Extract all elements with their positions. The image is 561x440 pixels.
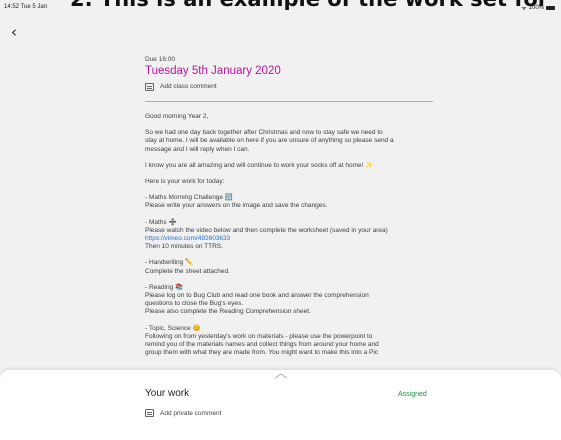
topic-text: remind you of the materials names and co…	[145, 341, 379, 349]
comment-icon	[145, 409, 154, 417]
comment-icon	[145, 83, 154, 92]
morning-challenge-text: Please write your answers on the image a…	[145, 202, 328, 210]
assignment-instructions: Good morning Year 2, So we had one day b…	[145, 113, 437, 365]
reading-text: Please also complete the Reading Compreh…	[145, 308, 311, 316]
maths-extra: Then 10 minutes on TTRS.	[145, 243, 223, 251]
add-private-comment-button[interactable]: Add private comment	[145, 409, 221, 417]
your-work-panel[interactable]: Your work Assigned Add private comment	[0, 369, 561, 440]
reading-section: - Reading 📚 Please log on to Bug Club an…	[145, 284, 437, 317]
status-right: ᯤ 100%	[521, 4, 555, 12]
topic-heading: - Topic, Science 😊	[145, 324, 201, 332]
maths-section: - Maths ➗ Please watch the video below a…	[145, 219, 437, 252]
due-time: Due 16:00	[145, 56, 175, 63]
add-class-comment-button[interactable]: Add class comment	[145, 83, 217, 92]
maths-heading: - Maths ➗	[145, 218, 177, 226]
wifi-icon: ᯤ	[521, 6, 527, 12]
maths-text: Please watch the video below and then co…	[145, 226, 388, 234]
topic-section: - Topic, Science 😊 Following on from yes…	[145, 325, 437, 358]
reading-heading: - Reading 📚	[145, 283, 184, 291]
handwriting-heading: - Handwriting ✏️	[145, 259, 194, 267]
assigned-status: Assigned	[398, 391, 427, 398]
battery-level: 100%	[528, 5, 544, 11]
work-intro: Here is your work for today:	[145, 178, 225, 186]
intro-paragraph: So we had one day back together after Ch…	[145, 129, 437, 154]
handwriting-section: - Handwriting ✏️ Complete the sheet atta…	[145, 259, 437, 275]
assignment-title: Tuesday 5th January 2020	[145, 65, 281, 77]
status-time: 14:52 Tue 5 Jan	[4, 4, 48, 10]
status-bar: 14:52 Tue 5 Jan ᯤ 100%	[0, 0, 561, 12]
your-work-title: Your work	[145, 388, 190, 399]
encourage-text: I know you are all amazing and will cont…	[145, 161, 374, 169]
reading-text: questions to close the Bug's eyes.	[145, 300, 244, 308]
vimeo-link[interactable]: https://vimeo.com/492603633	[145, 235, 437, 243]
topic-text: group them with what they are made from.…	[145, 349, 379, 357]
morning-challenge-heading: - Maths Morning Challenge 🔢	[145, 194, 233, 202]
topic-text: Following on from yesterday's work on ma…	[145, 332, 373, 340]
add-class-comment-label: Add class comment	[160, 83, 217, 90]
battery-icon	[546, 6, 555, 10]
intro-line: So we had one day back together after Ch…	[145, 129, 383, 137]
intro-line: message and I will reply when I can.	[145, 145, 250, 153]
reading-text: Please log on to Bug Club and read one b…	[145, 292, 369, 300]
handwriting-text: Complete the sheet attached.	[145, 267, 230, 275]
back-chevron-icon[interactable]: ‹	[11, 24, 27, 40]
morning-challenge-section: - Maths Morning Challenge 🔢 Please write…	[145, 194, 437, 210]
chevron-up-icon[interactable]	[274, 373, 288, 379]
greeting: Good morning Year 2,	[145, 113, 209, 120]
add-private-comment-label: Add private comment	[160, 409, 222, 417]
title-divider	[145, 101, 433, 102]
intro-line: stay at home. I will be available on her…	[145, 137, 394, 145]
